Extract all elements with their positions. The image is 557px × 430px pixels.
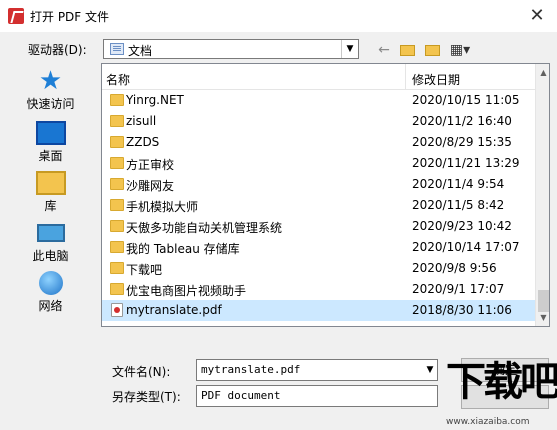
lookin-combobox[interactable]: 文档 ▼ [103, 39, 359, 59]
file-date: 2020/9/23 10:42 [412, 219, 512, 233]
up-folder-icon [399, 45, 415, 56]
folder-icon [110, 178, 124, 190]
file-name: 沙雕网友 [126, 179, 175, 193]
place-network[interactable]: 网络 [3, 271, 98, 321]
file-row[interactable]: Yinrg.NET 2020/10/15 11:05 [102, 90, 536, 111]
filetype-select[interactable]: PDF document [196, 385, 438, 407]
library-icon [35, 171, 66, 195]
file-row[interactable]: zisull 2020/11/2 16:40 [102, 111, 536, 132]
file-date: 2020/10/14 17:07 [412, 240, 520, 254]
filename-label: 文件名(N): [112, 365, 171, 379]
folder-icon [110, 157, 124, 169]
folder-icon [110, 115, 124, 127]
scroll-down-icon[interactable]: ▼ [536, 309, 549, 326]
file-date: 2020/11/21 13:29 [412, 156, 520, 170]
up-folder-button[interactable] [398, 41, 416, 59]
folder-icon [110, 136, 124, 148]
file-name: mytranslate.pdf [126, 303, 222, 317]
computer-icon [36, 224, 65, 242]
file-date: 2018/8/30 11:06 [412, 303, 512, 317]
window-title: 打开 PDF 文件 [30, 10, 110, 24]
network-icon [38, 271, 63, 295]
file-name: 我的 Tableau 存储库 [126, 242, 240, 256]
folder-icon [110, 262, 124, 274]
file-list[interactable]: ⌃ 名称 修改日期 Yinrg.NET 2020/10/15 11:05 zisul… [101, 63, 550, 327]
watermark-logo: 下载吧 www.xiazaiba.com [440, 354, 557, 430]
file-name: 方正审校 [126, 158, 175, 172]
file-name: zisull [126, 114, 157, 128]
folder-icon [110, 199, 124, 211]
file-date: 2020/8/29 15:35 [412, 135, 512, 149]
place-this-pc[interactable]: 此电脑 [3, 221, 98, 271]
lookin-label: 驱动器(D): [28, 43, 87, 57]
file-date: 2020/11/2 16:40 [412, 114, 512, 128]
title-bar: 打开 PDF 文件 ✕ [0, 0, 557, 33]
file-row[interactable]: 优宝电商图片视频助手 2020/9/1 17:07 [102, 279, 536, 300]
file-date: 2020/11/5 8:42 [412, 198, 505, 212]
new-folder-icon [424, 45, 440, 56]
place-label: 桌面 [38, 149, 63, 163]
place-label: 快速访问 [26, 97, 75, 111]
column-name-header[interactable]: 名称 [106, 71, 130, 88]
folder-icon [110, 220, 124, 232]
file-date: 2020/9/1 17:07 [412, 282, 505, 296]
file-date: 2020/11/4 9:54 [412, 177, 505, 191]
place-label: 库 [44, 199, 57, 213]
file-row[interactable]: 方正审校 2020/11/21 13:29 [102, 153, 536, 174]
vertical-scrollbar[interactable]: ▲ ▼ [535, 64, 549, 326]
chevron-down-icon[interactable]: ▼ [341, 40, 358, 58]
pdf-file-icon [111, 303, 123, 317]
place-quick-access[interactable]: ★ 快速访问 [3, 66, 98, 119]
folder-icon [110, 241, 124, 253]
filetype-label: 另存类型(T): [112, 390, 181, 404]
file-row[interactable]: mytranslate.pdf 2018/8/30 11:06 [102, 300, 536, 321]
file-rows: Yinrg.NET 2020/10/15 11:05 zisull 2020/11/2… [102, 90, 536, 321]
place-library[interactable]: 库 [3, 171, 98, 221]
file-row[interactable]: 我的 Tableau 存储库 2020/10/14 17:07 [102, 237, 536, 258]
file-date: 2020/9/8 9:56 [412, 261, 497, 275]
file-name: 下载吧 [126, 263, 163, 277]
file-row[interactable]: 沙雕网友 2020/11/4 9:54 [102, 174, 536, 195]
desktop-icon [35, 121, 66, 145]
place-label: 网络 [38, 299, 63, 313]
star-icon: ★ [38, 66, 63, 96]
close-button[interactable]: ✕ [522, 2, 552, 30]
view-menu-button[interactable]: ▦▾ [446, 41, 474, 59]
places-bar: ★ 快速访问 桌面 库 此电脑 网络 [3, 65, 98, 327]
folder-icon [110, 283, 124, 295]
file-date: 2020/10/15 11:05 [412, 93, 520, 107]
file-row[interactable]: 天傲多功能自动关机管理系统 2020/9/23 10:42 [102, 216, 536, 237]
scroll-up-icon[interactable]: ▲ [536, 64, 549, 81]
column-divider[interactable] [405, 64, 406, 90]
back-button[interactable]: ← [376, 41, 392, 59]
file-name: Yinrg.NET [126, 93, 184, 107]
lookin-value: 文档 [128, 44, 153, 58]
file-name: 天傲多功能自动关机管理系统 [126, 221, 283, 235]
place-desktop[interactable]: 桌面 [3, 121, 98, 171]
file-name: 手机模拟大师 [126, 200, 199, 214]
folder-icon [110, 94, 124, 106]
file-row[interactable]: 手机模拟大师 2020/11/5 8:42 [102, 195, 536, 216]
column-date-header[interactable]: 修改日期 [412, 71, 460, 88]
file-row[interactable]: ZZDS 2020/8/29 15:35 [102, 132, 536, 153]
place-label: 此电脑 [32, 249, 69, 263]
new-folder-button[interactable] [422, 41, 442, 59]
column-header: ⌃ 名称 修改日期 [102, 64, 536, 90]
filename-dropdown-icon[interactable]: ▼ [423, 360, 437, 380]
filename-input[interactable]: mytranslate.pdf [196, 359, 438, 381]
watermark-text: 下载吧 [446, 359, 557, 405]
documents-folder-icon [110, 43, 124, 55]
app-icon [8, 8, 24, 24]
watermark-url: www.xiazaiba.com [446, 417, 530, 427]
file-name: 优宝电商图片视频助手 [126, 284, 247, 298]
file-row[interactable]: 下载吧 2020/9/8 9:56 [102, 258, 536, 279]
file-name: ZZDS [126, 135, 160, 149]
sort-ascending-icon: ⌃ [248, 63, 256, 71]
